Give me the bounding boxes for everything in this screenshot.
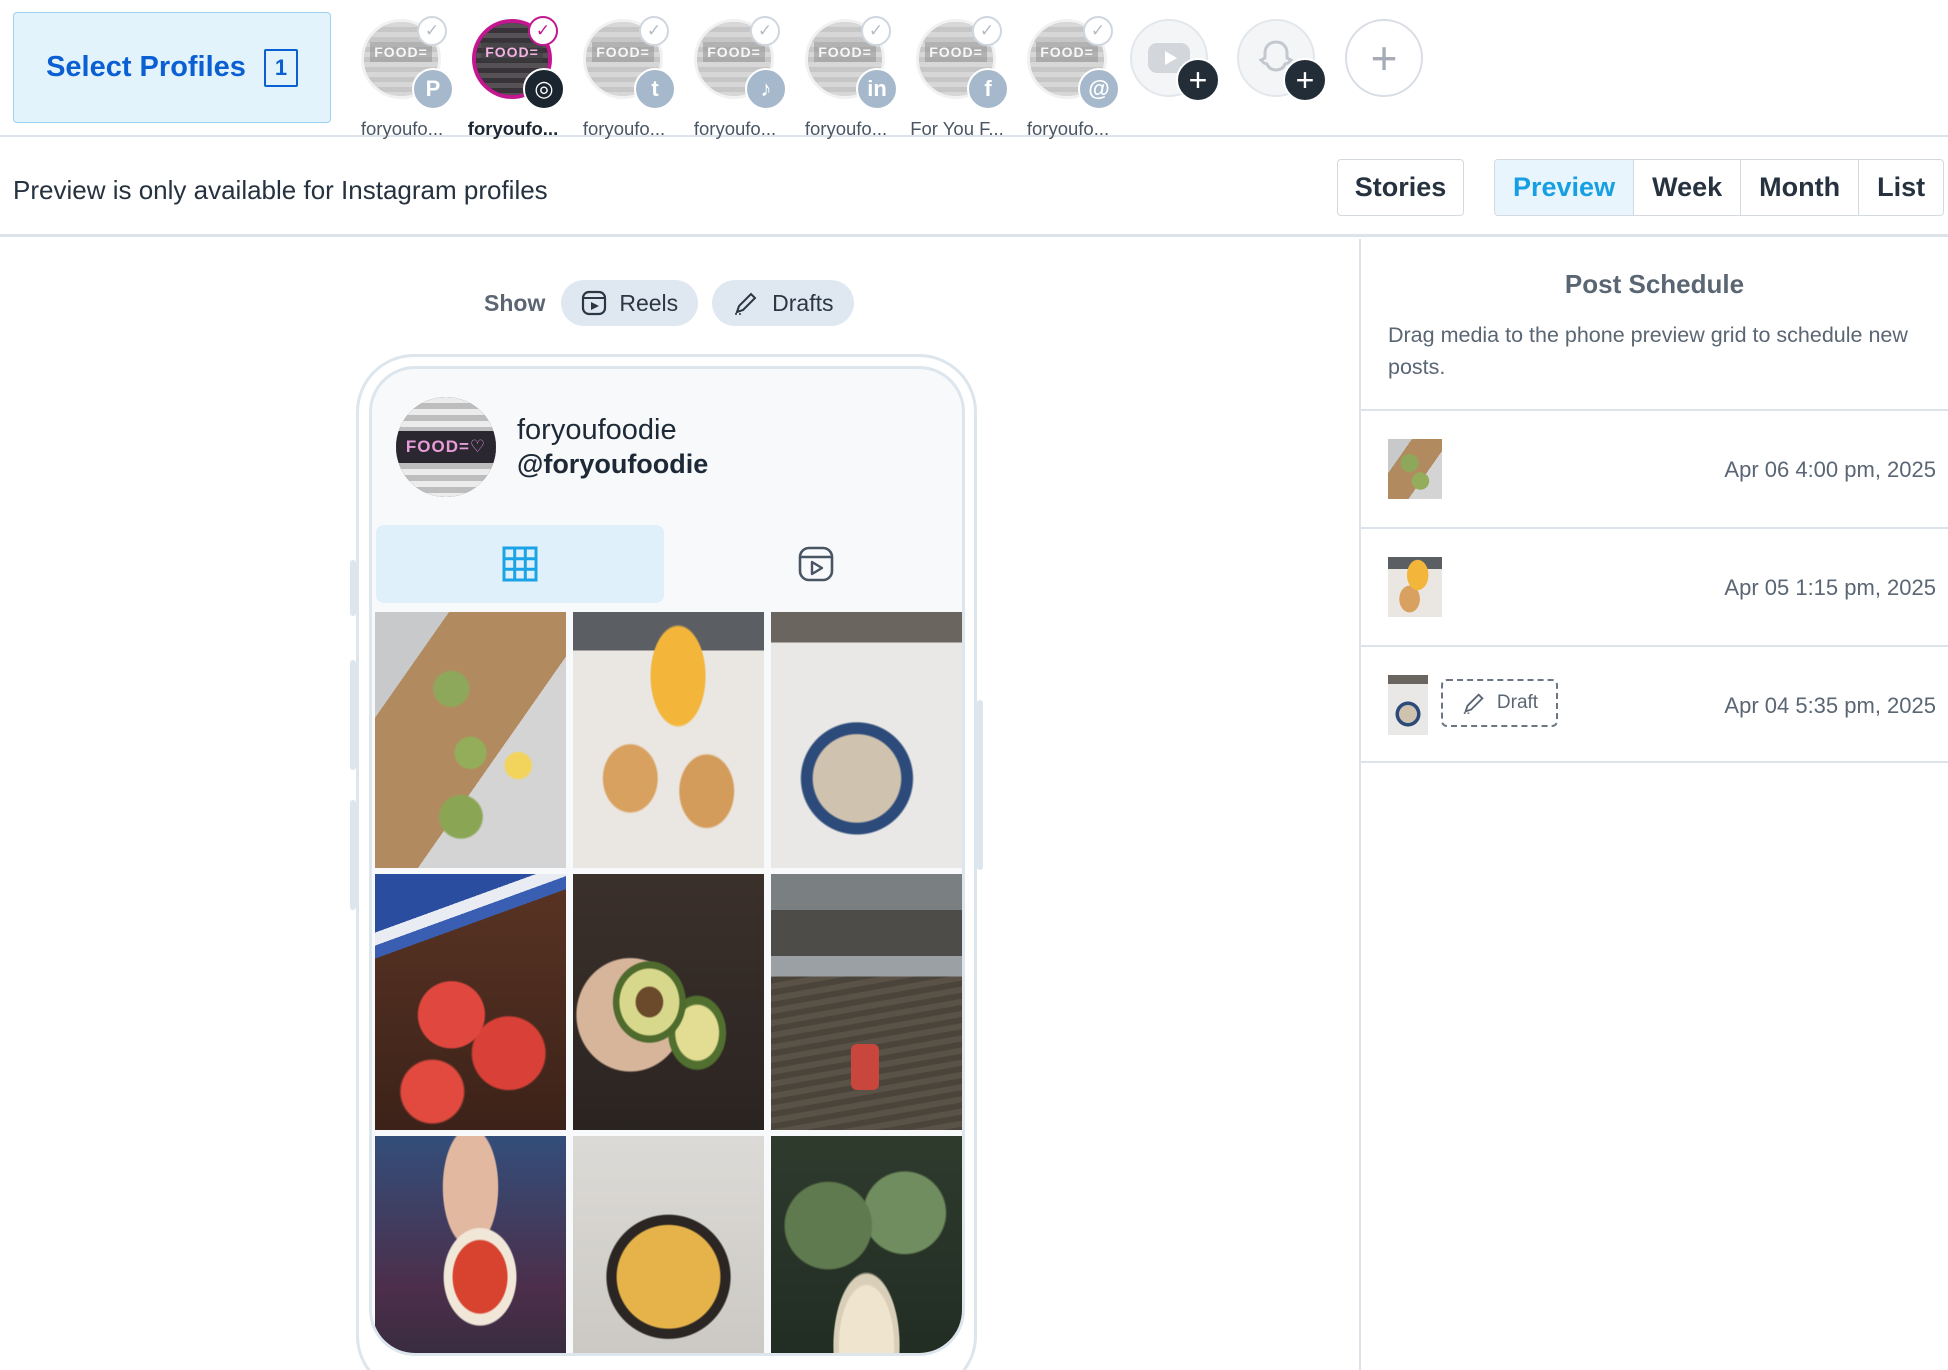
check-icon: ✓ (1083, 16, 1113, 46)
reels-icon (798, 546, 834, 582)
phone-side-button (977, 700, 983, 870)
grid-tile-hot-sauce[interactable] (375, 1136, 566, 1353)
post-thumbnail (1388, 557, 1442, 617)
post-grid (375, 612, 962, 1353)
profile-pinterest[interactable]: FOOD= ✓ P foryoufo... (346, 16, 458, 139)
profile-name: foryoufo... (467, 118, 559, 139)
view-switcher: Preview Week Month List (1494, 159, 1945, 216)
reels-label: Reels (619, 289, 679, 316)
profile-name: foryoufo... (582, 118, 666, 139)
plus-icon: + (1176, 58, 1220, 102)
profile-twitter[interactable]: FOOD= ✓ t foryoufo... (568, 16, 680, 139)
check-icon: ✓ (861, 16, 891, 46)
phone-side-button (350, 560, 356, 616)
stories-button[interactable]: Stories (1337, 159, 1464, 216)
phone-side-button (350, 800, 356, 910)
grid-tile-avocado-toast[interactable] (375, 612, 566, 868)
profile-instagram[interactable]: FOOD= ✓ ◎ foryoufo... (457, 16, 569, 139)
add-snapchat-profile-button[interactable]: + (1237, 19, 1327, 102)
pencil-icon (735, 292, 757, 315)
drafts-label: Drafts (772, 289, 834, 316)
instagram-avatar: FOOD=♡ (396, 397, 496, 497)
scheduled-post[interactable]: Draft Apr 04 5:35 pm, 2025 (1361, 645, 1948, 763)
add-youtube-profile-button[interactable]: + (1130, 19, 1220, 102)
select-profiles-label: Select Profiles (46, 51, 246, 83)
grid-tile-watermelon[interactable] (375, 874, 566, 1130)
scheduled-post[interactable]: Apr 06 4:00 pm, 2025 (1361, 409, 1948, 527)
instagram-icon: ◎ (523, 68, 565, 110)
grid-icon (502, 546, 538, 582)
view-month-button[interactable]: Month (1740, 160, 1858, 215)
view-list-button[interactable]: List (1858, 160, 1943, 215)
profile-facebook[interactable]: FOOD= ✓ f For You F... (901, 16, 1013, 139)
show-label: Show (484, 289, 546, 316)
threads-icon: @ (1078, 68, 1120, 110)
check-icon: ✓ (972, 16, 1002, 46)
draft-label: Draft (1496, 692, 1539, 713)
profile-name: foryoufo... (1026, 118, 1110, 139)
profile-threads[interactable]: FOOD= ✓ @ foryoufo... (1012, 16, 1124, 139)
pencil-icon (1463, 693, 1484, 714)
draft-badge: Draft (1441, 679, 1558, 727)
instagram-display-name: foryoufoodie (517, 414, 677, 446)
check-icon: ✓ (417, 16, 447, 46)
profile-name: foryoufo... (360, 118, 444, 139)
phone-side-button (350, 660, 356, 770)
grid-tile-frittata[interactable] (573, 1136, 764, 1353)
grid-tile-avocado-hand[interactable] (573, 874, 764, 1130)
linkedin-icon: in (856, 68, 898, 110)
post-schedule-title: Post Schedule (1564, 269, 1745, 299)
reels-filter-chip[interactable]: Reels (561, 280, 699, 326)
post-thumbnail (1388, 675, 1428, 735)
profile-name: foryoufo... (693, 118, 777, 139)
plus-icon: + (1283, 58, 1327, 102)
instagram-handle: @foryoufoodie (517, 449, 709, 479)
twitter-icon: t (634, 68, 676, 110)
profile-bar: Select Profiles 1 FOOD= ✓ P foryoufo... … (0, 0, 1948, 139)
profile-name: foryoufo... (804, 118, 888, 139)
profile-tiktok[interactable]: FOOD= ✓ ♪ foryoufo... (679, 16, 791, 139)
profile-linkedin[interactable]: FOOD= ✓ in foryoufo... (790, 16, 902, 139)
grid-tile-yogurt-bowl[interactable] (771, 612, 962, 868)
show-filter-row: Show Reels Drafts (484, 280, 854, 326)
view-preview-button[interactable]: Preview (1495, 160, 1634, 215)
scheduled-time: Apr 05 1:15 pm, 2025 (1724, 575, 1936, 600)
profile-name: For You F... (910, 118, 1004, 139)
add-profile-button[interactable]: + (1345, 19, 1423, 97)
grid-tile-food-pins[interactable] (771, 874, 962, 1130)
scheduled-time: Apr 06 4:00 pm, 2025 (1724, 457, 1936, 482)
grid-tile-toast-dip[interactable] (573, 612, 764, 868)
post-schedule-panel: Post Schedule Drag media to the phone pr… (1359, 239, 1948, 1370)
grid-tile-cocktail[interactable] (771, 1136, 962, 1353)
tiktok-icon: ♪ (745, 68, 787, 110)
selected-count-badge: 1 (263, 48, 298, 87)
view-week-button[interactable]: Week (1633, 160, 1740, 215)
check-icon: ✓ (528, 16, 558, 46)
post-schedule-description: Drag media to the phone preview grid to … (1388, 323, 1908, 379)
instagram-preview: FOOD=♡ foryoufoodie @foryoufoodie (369, 366, 965, 1356)
pinterest-icon: P (412, 68, 454, 110)
reels-icon (582, 290, 607, 316)
drafts-filter-chip[interactable]: Drafts (712, 280, 854, 326)
facebook-icon: f (967, 68, 1009, 110)
scheduled-time: Apr 04 5:35 pm, 2025 (1724, 693, 1936, 718)
reels-tab[interactable] (672, 525, 960, 603)
post-thumbnail (1388, 439, 1442, 499)
scheduled-post[interactable]: Apr 05 1:15 pm, 2025 (1361, 527, 1948, 645)
grid-tab[interactable] (376, 525, 664, 603)
select-profiles-button[interactable]: Select Profiles 1 (13, 12, 331, 123)
preview-notice: Preview is only available for Instagram … (13, 175, 548, 205)
check-icon: ✓ (750, 16, 780, 46)
check-icon: ✓ (639, 16, 669, 46)
view-toolbar: Preview is only available for Instagram … (0, 139, 1948, 237)
